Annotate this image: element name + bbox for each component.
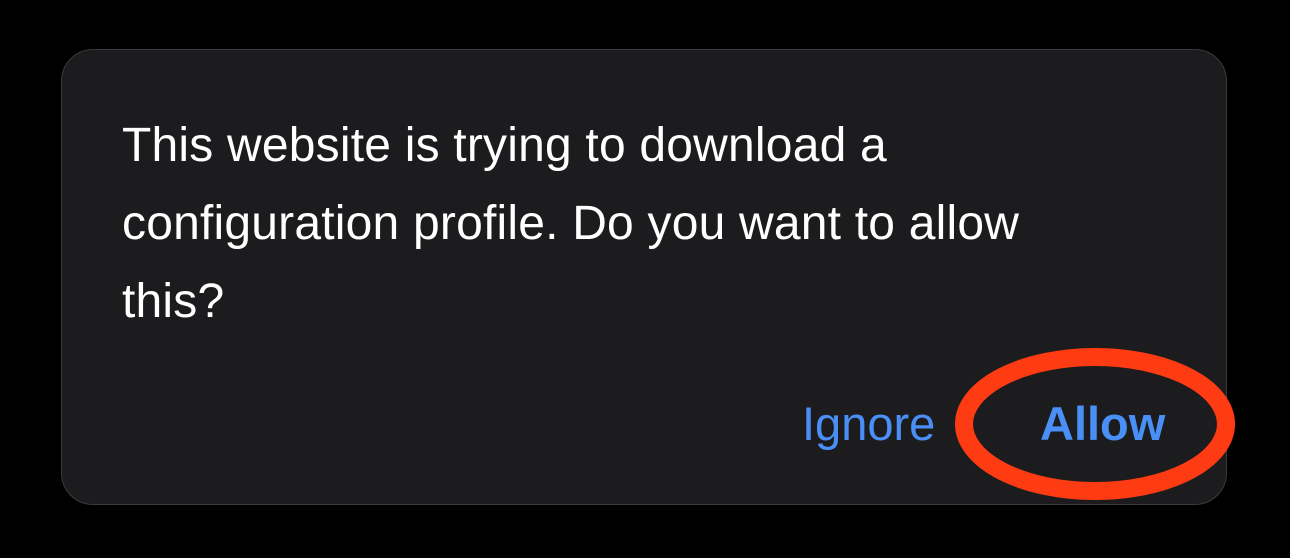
alert-message: This website is trying to download a con… [122, 119, 1020, 328]
download-profile-alert: This website is trying to download a con… [61, 49, 1227, 505]
ignore-button[interactable]: Ignore [802, 392, 935, 456]
alert-actions: Ignore Allow [62, 392, 1226, 462]
allow-button[interactable]: Allow [1040, 392, 1165, 456]
